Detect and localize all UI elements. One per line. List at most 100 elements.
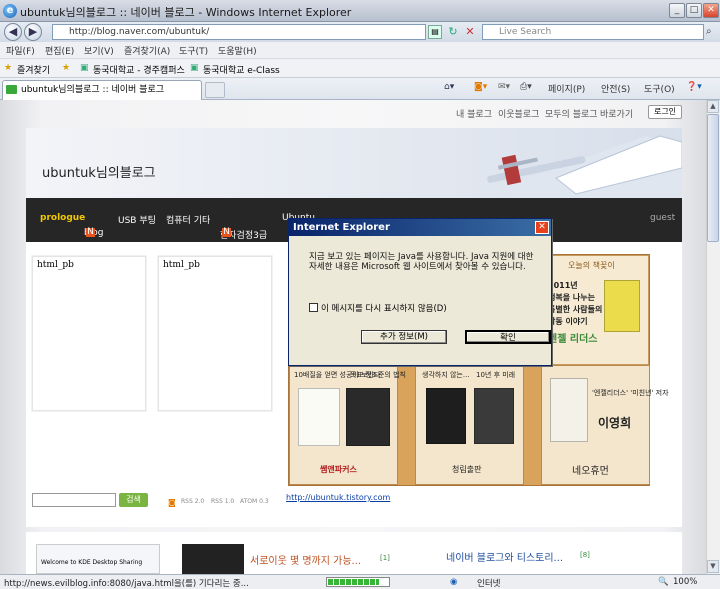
stop-icon[interactable]: ✕ (463, 25, 477, 39)
book-cover[interactable] (346, 388, 390, 446)
back-button[interactable]: ◀ (4, 23, 22, 41)
dialog-title: Internet Explorer (289, 219, 551, 236)
book-cover[interactable] (474, 388, 514, 444)
nav-prologue[interactable]: prologue (40, 213, 85, 223)
menu-edit[interactable]: 편집(E) (45, 44, 74, 57)
pb-label-1: html_pb (37, 260, 74, 270)
rss-icon: ◙ (168, 498, 176, 507)
blog-header: ubuntuk님의블로그 (26, 128, 682, 198)
book-cover[interactable] (550, 378, 588, 442)
profile-box-2: html_pb (158, 256, 272, 411)
safety-menu[interactable]: 안전(S) (601, 82, 630, 95)
book-cover[interactable] (298, 388, 340, 446)
menu-view[interactable]: 보기(V) (84, 44, 114, 57)
post-title-2[interactable]: 네이버 블로그와 티스토리... (446, 549, 563, 564)
caption-3: 생각하지 않는... (422, 371, 470, 379)
promo-line-2: 행복을 나누는 (548, 293, 595, 302)
ie-logo-icon: e (3, 4, 17, 18)
zone-label: 인터넷 (477, 579, 501, 589)
shelf-bay-3: '엔젤리더스' '미친년' 저자 이영희 네오휴먼 (541, 365, 669, 485)
post-title-1[interactable]: 서로이웃 몇 명까지 가능... (250, 552, 361, 567)
top-link-neighbors[interactable]: 이웃블로그 (498, 107, 539, 120)
print-icon[interactable]: ⎙▾ (520, 82, 532, 92)
menu-bar: 파일(F) 편집(E) 보기(V) 즐겨찾기(A) 도구(T) 도움말(H) (0, 42, 720, 58)
naver-favicon-icon (6, 85, 17, 94)
refresh-icon[interactable]: ↻ (446, 25, 460, 39)
menu-tools[interactable]: 도구(T) (179, 44, 208, 57)
menu-help[interactable]: 도움말(H) (218, 44, 257, 57)
home-icon[interactable]: ⌂▾ (444, 82, 454, 92)
promo-line-4: 감동 이야기 (548, 317, 588, 326)
zoom-icon[interactable]: 🔍 (658, 577, 669, 587)
rss-20-link[interactable]: RSS 2.0 (181, 498, 204, 505)
window-titlebar: e ubuntuk님의블로그 :: 네이버 블로그 - Windows Inte… (0, 0, 720, 22)
dialog-close-button[interactable]: ✕ (535, 221, 549, 234)
search-go-icon[interactable]: ⌕ (706, 26, 712, 37)
nav-usb-boot[interactable]: USB 부팅 (118, 213, 156, 226)
page-icon: ▣ (80, 63, 89, 73)
blog-search-input[interactable] (32, 493, 116, 507)
promo-line-5: 엔젤 리더스 (548, 334, 598, 345)
tools-menu[interactable]: 도구(O) (644, 82, 675, 95)
scroll-up-arrow[interactable]: ▲ (707, 100, 719, 113)
tistory-link[interactable]: http://ubuntuk.tistory.com (286, 493, 390, 502)
forward-button[interactable]: ▶ (24, 23, 42, 41)
top-link-shortcut[interactable]: 바로가기 (600, 107, 633, 120)
menu-file[interactable]: 파일(F) (6, 44, 35, 57)
favorites-button[interactable]: 즐겨찾기 (17, 63, 50, 76)
tab-title: ubuntuk님의블로그 :: 네이버 블로그 (21, 85, 164, 95)
blog-search-button[interactable]: 검색 (119, 493, 148, 507)
book-cover[interactable] (426, 388, 466, 444)
new-tab-button[interactable] (205, 82, 225, 98)
guest-label: guest (650, 213, 676, 223)
rss-feed-icon[interactable]: ◙▾ (474, 82, 487, 92)
favorite-link-1[interactable]: 동국대학교 - 경주캠퍼스 (93, 63, 185, 76)
dont-show-label[interactable]: 이 메시지를 다시 표시하지 않음(D) (321, 302, 447, 314)
top-link-my-blog[interactable]: 내 블로그 (456, 107, 492, 120)
favorites-star-icon: ★ (4, 63, 13, 73)
tab-bar: ubuntuk님의블로그 :: 네이버 블로그 ⌂▾ ◙▾ ✉▾ ⎙▾ 페이지(… (0, 78, 720, 100)
shelf-bay-1: 10배질을 얻면 성공이 보인다 목표 정조준의 법칙 쌤앤파커스 (289, 365, 406, 485)
atom-link[interactable]: ATOM 0.3 (240, 498, 269, 505)
shelf-header: 오늘의 책꽂이 (568, 261, 615, 270)
shelf-promo: 오늘의 책꽂이 2011년 행복을 나누는 특별한 사람들의 감동 이야기 엔젤… (541, 255, 649, 365)
mail-icon[interactable]: ✉▾ (498, 82, 510, 92)
favorite-link-2[interactable]: 동국대학교 e-Class (203, 63, 280, 76)
internet-zone-icon: ◉ (450, 577, 458, 587)
blog-title[interactable]: ubuntuk님의블로그 (42, 162, 156, 181)
menu-favorites[interactable]: 즐겨찾기(A) (124, 44, 170, 57)
post-thumbnail[interactable]: Welcome to KDE Desktop Sharing (36, 544, 160, 574)
status-text: http://news.evilblog.info:8080/java.html… (4, 579, 249, 589)
top-link-all-blogs[interactable]: 모두의 블로그 (545, 107, 598, 120)
url-input[interactable]: http://blog.naver.com/ubuntuk/ (52, 24, 426, 40)
compat-view-icon[interactable]: ▤ (428, 25, 442, 39)
new-badge-icon: N (222, 227, 231, 237)
favorites-bar: ★ 즐겨찾기 ★ ▣ 동국대학교 - 경주캠퍼스 ▣ 동국대학교 e-Class (0, 58, 720, 78)
post-count-1: [1] (380, 554, 390, 562)
book-cover[interactable] (604, 280, 640, 332)
post-thumbnail-2[interactable] (182, 544, 244, 574)
zoom-level[interactable]: 100% (673, 577, 697, 587)
tab-active[interactable]: ubuntuk님의블로그 :: 네이버 블로그 (2, 80, 202, 100)
minimize-button[interactable]: _ (669, 3, 685, 18)
search-input[interactable]: Live Search (482, 24, 704, 40)
thumb-text: Welcome to KDE Desktop Sharing (41, 559, 143, 566)
dialog-message: 지금 보고 있는 페이지는 Java를 사용합니다. Java 지원에 대한 자… (309, 252, 534, 272)
scroll-down-arrow[interactable]: ▼ (707, 560, 719, 573)
dont-show-checkbox[interactable] (309, 303, 318, 312)
maximize-button[interactable]: □ (686, 3, 702, 18)
more-info-button[interactable]: 추가 정보(M) (361, 330, 447, 344)
pb-label-2: html_pb (163, 260, 200, 270)
new-badge-icon: N (86, 227, 95, 237)
close-window-button[interactable]: ✕ (703, 3, 719, 18)
rss-10-link[interactable]: RSS 1.0 (211, 498, 234, 505)
add-favorite-icon[interactable]: ★ (62, 63, 70, 73)
post-count-2: [8] (580, 551, 590, 559)
scrollbar-thumb[interactable] (707, 114, 719, 242)
publisher-2: 청림출판 (452, 465, 482, 474)
nav-computer-etc[interactable]: 컴퓨터 기타 (166, 213, 210, 226)
help-icon[interactable]: ❓▾ (686, 82, 702, 92)
login-button[interactable]: 로그인 (648, 105, 682, 119)
page-menu[interactable]: 페이지(P) (548, 82, 585, 95)
ok-button[interactable]: 확인 (465, 330, 551, 344)
